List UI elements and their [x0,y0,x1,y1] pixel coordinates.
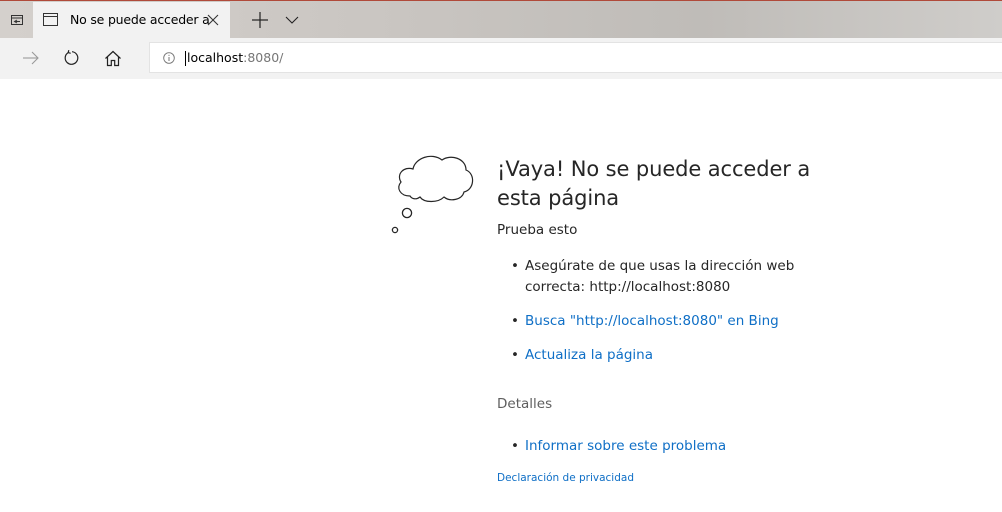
tab-aside-icon [10,15,23,25]
search-bing-link[interactable]: Busca "http://localhost:8080" en Bing [525,313,779,329]
chevron-down-icon[interactable] [284,13,300,27]
page-icon [43,13,58,26]
url-text[interactable]: localhost:8080/ [187,50,283,65]
refresh-icon [64,50,79,65]
list-item: Informar sobre este problema [511,436,977,457]
back-button[interactable] [19,46,43,70]
tab-title: No se puede acceder a [70,12,210,27]
tab-active[interactable]: No se puede acceder a [33,2,230,39]
details-list: Informar sobre este problema [497,436,977,457]
privacy-statement-link[interactable]: Declaración de privacidad [497,472,634,484]
refresh-button[interactable] [60,46,84,70]
address-bar[interactable]: localhost:8080/ [149,42,1002,73]
details-heading[interactable]: Detalles [497,396,977,412]
error-content: ¡Vaya! No se puede acceder a esta página… [497,155,977,485]
url-port: :8080/ [243,50,284,65]
tabs-aside-button[interactable] [0,2,33,38]
thought-cloud-icon [391,155,474,234]
close-icon[interactable] [205,12,221,28]
list-item: Busca "http://localhost:8080" en Bing [511,311,977,332]
refresh-page-link[interactable]: Actualiza la página [525,347,653,363]
home-button[interactable] [101,46,125,70]
list-item: Asegúrate de que usas la dirección web c… [511,256,977,298]
home-icon [105,50,121,66]
tab-bar: No se puede acceder a [0,0,1002,39]
url-host: localhost [187,50,244,65]
page-title: ¡Vaya! No se puede acceder a esta página [497,157,811,210]
plus-icon[interactable] [250,10,270,30]
suggestion-list: Asegúrate de que usas la dirección web c… [497,256,977,366]
report-problem-link[interactable]: Informar sobre este problema [525,438,726,454]
try-heading: Prueba esto [497,222,578,238]
text-caret [185,51,186,66]
arrow-right-icon [23,51,39,65]
info-icon[interactable] [163,52,175,64]
list-item: Actualiza la página [511,345,977,366]
check-url-suggestion: Asegúrate de que usas la dirección web c… [525,258,795,295]
navigation-bar: localhost:8080/ [0,38,1002,79]
